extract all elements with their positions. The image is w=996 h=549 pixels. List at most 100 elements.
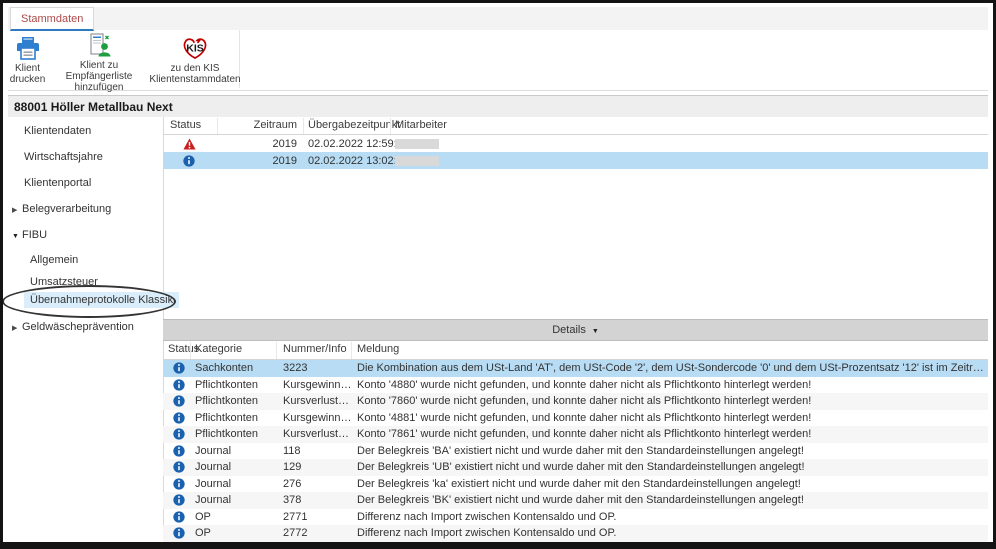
nummer-value: 3223 [283, 360, 307, 377]
info-icon [173, 443, 189, 460]
mitarbeiter-redacted-value [395, 156, 439, 166]
nummer-value: KursgewinnDe... [283, 410, 354, 427]
kategorie-value: OP [195, 509, 211, 526]
meldung-value: Differenz nach Import zwischen Kontensal… [357, 525, 616, 542]
zeitraum-value: 2019 [223, 152, 297, 169]
details-label: Details [552, 324, 586, 336]
message-row[interactable]: Journal 378 Der Belegkreis 'BK' existier… [163, 492, 988, 509]
info-icon [173, 509, 189, 526]
button-label-line2: Klientenstammdaten [149, 74, 240, 85]
chevron-down-icon [592, 324, 599, 336]
nummer-value: 129 [283, 459, 301, 476]
selected-item-highlight: Übernahmeprotokolle Klassik [24, 292, 179, 308]
info-icon [173, 426, 189, 443]
client-title: 88001 Höller Metallbau Next [14, 100, 173, 114]
sidebar-item-klientendaten[interactable]: Klientendaten [8, 122, 179, 140]
nummer-value: KursverlustKre... [283, 393, 354, 410]
meldung-value: Der Belegkreis 'BA' existiert nicht und … [357, 443, 804, 460]
protocol-table-header: Status Zeitraum Übergabezeitpunkt Mitarb… [163, 118, 988, 135]
tab-stammdaten[interactable]: Stammdaten [10, 7, 94, 31]
message-row[interactable]: Pflichtkonten KursgewinnDe... Konto '488… [163, 410, 988, 427]
kategorie-value: Pflichtkonten [195, 426, 258, 443]
nummer-value: KursverlustDeb... [283, 426, 354, 443]
kis-client-master-data-button[interactable]: KIS zu den KIS Klientenstammdaten [151, 30, 240, 88]
tab-strip [8, 7, 988, 30]
messages-table-header: Status Kategorie Nummer/Info Meldung [163, 342, 988, 360]
info-icon [173, 360, 189, 377]
message-row-selected[interactable]: Sachkonten 3223 Die Kombination aus dem … [163, 360, 988, 377]
kategorie-value: Journal [195, 492, 231, 509]
info-icon [173, 459, 189, 476]
sidebar-item-uebernahmeprotokolle-klassik[interactable]: Übernahmeprotokolle Klassik [8, 291, 179, 309]
nummer-value: 276 [283, 476, 301, 493]
message-row[interactable]: Pflichtkonten KursverlustDeb... Konto '7… [163, 426, 988, 443]
sidebar-item-allgemein[interactable]: Allgemein [8, 251, 185, 269]
chevron-down-icon[interactable] [12, 229, 22, 241]
info-icon [173, 393, 189, 410]
message-row[interactable]: Pflichtkonten KursverlustKre... Konto '7… [163, 393, 988, 410]
column-header-uebergabezeitpunkt[interactable]: Übergabezeitpunkt [308, 119, 400, 131]
info-icon [173, 476, 189, 493]
sidebar-item-klientenportal[interactable]: Klientenportal [8, 174, 179, 192]
column-header-status[interactable]: Status [170, 119, 201, 131]
add-client-to-recipient-list-button[interactable]: Klient zu Empfängerliste hinzufügen [47, 30, 152, 88]
info-icon [173, 492, 189, 509]
button-label-line1: zu den KIS [171, 63, 220, 74]
uebergabezeitpunkt-value: 02.02.2022 12:59:32 [308, 135, 409, 152]
application-window: Stammdaten Klient drucken [0, 0, 996, 549]
message-row[interactable]: Journal 129 Der Belegkreis 'UB' existier… [163, 459, 988, 476]
info-icon [173, 377, 189, 394]
message-row[interactable]: Journal 118 Der Belegkreis 'BA' existier… [163, 443, 988, 460]
nummer-value: 378 [283, 492, 301, 509]
details-collapse-bar[interactable]: Details [163, 319, 988, 341]
kategorie-value: Pflichtkonten [195, 393, 258, 410]
sidebar-item-geldwaeschepraevention[interactable]: Geldwäscheprävention [8, 318, 167, 336]
sidebar-item-umsatzsteuer[interactable]: Umsatzsteuer [8, 273, 185, 291]
warning-icon [183, 135, 196, 152]
client-title-bar: 88001 Höller Metallbau Next [8, 95, 988, 117]
recipient-list-icon [86, 33, 112, 58]
meldung-value: Differenz nach Import zwischen Kontensal… [357, 509, 616, 526]
message-row[interactable]: OP 2772 Differenz nach Import zwischen K… [163, 525, 988, 542]
kategorie-value: Journal [195, 476, 231, 493]
protocol-row[interactable]: 2019 02.02.2022 12:59:32 [163, 135, 988, 152]
nummer-value: 2772 [283, 525, 307, 542]
kis-heart-icon: KIS [179, 33, 211, 61]
meldung-value: Konto '7861' wurde nicht gefunden, und k… [357, 426, 811, 443]
printer-icon [15, 33, 41, 61]
meldung-value: Der Belegkreis 'ka' existiert nicht und … [357, 476, 801, 493]
chevron-right-icon[interactable] [12, 203, 22, 215]
zeitraum-value: 2019 [223, 135, 297, 152]
message-row[interactable]: Pflichtkonten KursgewinnKre... Konto '48… [163, 377, 988, 394]
kategorie-value: OP [195, 525, 211, 542]
column-header-meldung[interactable]: Meldung [357, 343, 399, 355]
button-label-line1: Klient zu Empfängerliste [66, 60, 133, 82]
column-header-nummer-info[interactable]: Nummer/Info [283, 343, 347, 355]
message-row[interactable]: OP 2771 Differenz nach Import zwischen K… [163, 509, 988, 526]
kategorie-value: Journal [195, 459, 231, 476]
meldung-value: Der Belegkreis 'BK' existiert nicht und … [357, 492, 804, 509]
sidebar-navigation: Klientendaten Wirtschaftsjahre Klientenp… [8, 117, 164, 542]
column-header-zeitraum[interactable]: Zeitraum [223, 119, 297, 131]
meldung-value: Die Kombination aus dem USt-Land 'AT', d… [357, 360, 984, 377]
button-label-line1: Klient [15, 63, 40, 74]
print-client-button[interactable]: Klient drucken [8, 30, 48, 88]
meldung-value: Der Belegkreis 'UB' existiert nicht und … [357, 459, 805, 476]
chevron-right-icon[interactable] [12, 321, 22, 333]
nummer-value: KursgewinnKre... [283, 377, 354, 394]
info-icon [183, 152, 195, 169]
nummer-value: 118 [283, 443, 301, 460]
kategorie-value: Sachkonten [195, 360, 253, 377]
nummer-value: 2771 [283, 509, 307, 526]
meldung-value: Konto '4881' wurde nicht gefunden, und k… [357, 410, 811, 427]
messages-table-body: Sachkonten 3223 Die Kombination aus dem … [163, 360, 988, 542]
column-header-kategorie[interactable]: Kategorie [195, 343, 242, 355]
protocol-row-selected[interactable]: 2019 02.02.2022 13:02:11 [163, 152, 988, 169]
sidebar-item-wirtschaftsjahre[interactable]: Wirtschaftsjahre [8, 148, 179, 166]
sidebar-item-fibu[interactable]: FIBU [8, 226, 167, 244]
sidebar-item-belegverarbeitung[interactable]: Belegverarbeitung [8, 200, 167, 218]
tab-label: Stammdaten [21, 13, 83, 25]
info-icon [173, 525, 189, 542]
column-header-mitarbeiter[interactable]: Mitarbeiter [395, 119, 447, 131]
message-row[interactable]: Journal 276 Der Belegkreis 'ka' existier… [163, 476, 988, 493]
